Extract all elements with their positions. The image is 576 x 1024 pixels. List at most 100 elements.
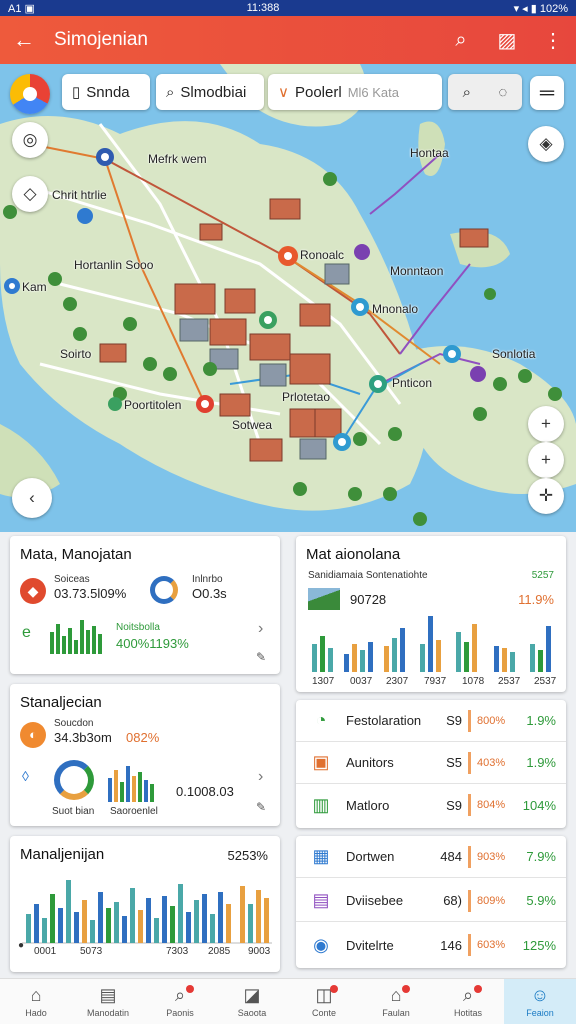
card-title: Manaljenijan	[20, 846, 105, 863]
notification-badge	[474, 985, 482, 993]
book-icon: ▤	[99, 985, 117, 1005]
chevron-right-icon[interactable]: ›	[258, 768, 263, 786]
table-row[interactable]: ▦ Dortwen 484 903% 7.9%	[296, 836, 566, 878]
search-icon[interactable]: ⌕	[438, 16, 484, 64]
card-title: Stanaljecian	[20, 694, 102, 711]
spark-value: 400%1193%	[116, 636, 189, 651]
bottom-navigation: ⌂ Hado ▤ Manodatin ⌕ Paonis ◪ Saoota ◫ C…	[0, 978, 576, 1024]
row-percent: 800%	[477, 714, 506, 727]
zoom-in-secondary-icon[interactable]: +	[528, 442, 564, 478]
row-number: 484	[440, 849, 462, 864]
row-divider	[468, 845, 471, 868]
map-view[interactable]: ▯ Snnda ⌕ Slmodbiai ∨ Poolerl Ml6 Kata ⌕…	[0, 64, 576, 532]
search-icon: ⌕	[166, 83, 175, 101]
home-icon: ⌂	[30, 985, 42, 1005]
nav-label: Faulan	[382, 1008, 410, 1018]
stat-percent: 082%	[126, 730, 160, 745]
nav-item-manage[interactable]: ▤ Manodatin	[72, 979, 144, 1024]
card-title: Mata, Manojatan	[20, 546, 132, 563]
status-time: 11:388	[246, 2, 280, 14]
nav-item-explore[interactable]: ⌕ Hotitas	[432, 979, 504, 1024]
donut-icon	[150, 576, 178, 604]
nav-label: Hado	[25, 1008, 47, 1018]
nav-label: Manodatin	[86, 1008, 130, 1018]
row-growth: 1.9%	[526, 755, 556, 770]
map-search-input-placeholder: Ml6 Kata	[347, 84, 399, 100]
nav-label: Conte	[311, 1008, 337, 1018]
row-percent: 903%	[477, 850, 506, 863]
row-number: S9	[446, 713, 462, 728]
app-logo-icon[interactable]	[10, 74, 50, 114]
map-label: Prlotetao	[282, 390, 331, 404]
row-label: Dortwen	[346, 849, 395, 864]
table-row[interactable]: ◉ Dvitelrte 146 603% 125%	[296, 924, 566, 966]
stats-card[interactable]: Stanaljecian ◐ Soucdon 34.3b3om 082% ◊ S…	[10, 684, 280, 826]
map-label: Mefrk wem	[148, 152, 207, 166]
map-label: Sonlotia	[492, 347, 536, 361]
menu-icon[interactable]: ═	[530, 76, 564, 110]
row-number: 146	[440, 937, 462, 953]
compass-icon[interactable]: ◎	[12, 122, 48, 158]
more-vert-icon[interactable]: ⋮	[530, 16, 576, 64]
row-label: Matloro	[346, 797, 390, 813]
map-search-input[interactable]: ∨ Poolerl Ml6 Kata	[268, 74, 442, 110]
stat-value: 03.73.5l09%	[54, 586, 127, 601]
table-row[interactable]: ▥ Matloro S9 804% 104%	[296, 784, 566, 826]
nav-item-home[interactable]: ⌂ Hado	[0, 979, 72, 1024]
map-label: Ronoalc	[300, 248, 345, 262]
edit-icon[interactable]: ✎	[256, 800, 266, 814]
zoom-in-icon[interactable]: +	[528, 406, 564, 442]
status-left: A1 ▣	[8, 2, 35, 15]
edit-icon[interactable]: ✎	[256, 650, 266, 664]
table-row[interactable]: ▤ Dviisebee 68) 809% 5.9%	[296, 880, 566, 922]
image-icon[interactable]: ▨	[484, 16, 530, 64]
collapse-left-icon[interactable]: ‹	[12, 478, 52, 518]
summary-card[interactable]: Mata, Manojatan ◆ Soiceas 03.73.5l09% In…	[10, 536, 280, 674]
axis-tick: 1307	[312, 676, 335, 687]
nav-item-profile[interactable]: ☺ Feaion	[504, 979, 576, 1024]
nav-item-search[interactable]: ⌕ Paonis	[144, 979, 216, 1024]
map-search-chip-1[interactable]: ▯ Snnda	[62, 74, 150, 110]
basket-icon: ▤	[312, 890, 330, 910]
nav-item-content[interactable]: ◫ Conte	[288, 979, 360, 1024]
row-percent: 403%	[477, 756, 506, 769]
directions-icon[interactable]: ◈	[528, 126, 564, 162]
row-label: Dvitelrte	[346, 937, 394, 953]
row-label: Aunitors	[346, 755, 394, 770]
map-label: Chrit htrlie	[52, 188, 107, 202]
card-value: 0.1008.03	[176, 784, 234, 799]
thumbnail-image	[308, 588, 340, 610]
notification-badge	[330, 985, 338, 993]
table-row[interactable]: ◔ Festolaration S9 800% 1.9%	[296, 700, 566, 742]
overview-card[interactable]: Mat aionolana Sanidiamaia Sontenatiohte …	[296, 536, 566, 692]
status-right: ▾ ◂ ▮ 102%	[513, 2, 568, 15]
app-bar: ← Simojenian ⌕ ▨ ⋮	[0, 16, 576, 64]
recenter-icon[interactable]: ✛	[528, 478, 564, 514]
location-icon[interactable]: ◇	[12, 176, 48, 212]
chevron-right-icon[interactable]: ›	[258, 620, 263, 638]
back-arrow-icon[interactable]: ←	[0, 16, 48, 64]
table-row[interactable]: ▣ Aunitors S5 403% 1.9%	[296, 742, 566, 784]
map-search-chip-2[interactable]: ⌕ Slmodbiai	[156, 74, 264, 110]
nav-label: Saoota	[237, 1008, 267, 1018]
row-label: Dviisebee	[346, 893, 404, 908]
row-divider	[468, 751, 471, 774]
map-label: Mnonalo	[372, 302, 419, 316]
row-number: S9	[446, 797, 462, 813]
trend-card[interactable]: Manaljenijan 5253% ● 0001 5073 7303 2085…	[10, 836, 280, 972]
axis-tick: 9003	[248, 946, 271, 957]
axis-tick: 0037	[350, 676, 373, 687]
card-subtitle-value: 5257	[531, 570, 554, 581]
axis-tick: 7937	[424, 676, 447, 687]
location-pin-icon[interactable]: ◌	[498, 84, 507, 101]
nav-item-places[interactable]: ⌂ Faulan	[360, 979, 432, 1024]
search-icon[interactable]: ⌕	[463, 84, 471, 101]
stat-value: 34.3b3om	[54, 730, 112, 745]
row-growth: 7.9%	[526, 849, 556, 864]
nav-item-stats[interactable]: ◪ Saoota	[216, 979, 288, 1024]
legend-label: Saoroenlel	[110, 806, 158, 817]
row-growth: 1.9%	[526, 713, 556, 728]
nav-label: Paonis	[166, 1008, 194, 1018]
map-label: Kam	[22, 280, 47, 294]
person-icon: ☺	[530, 985, 550, 1005]
